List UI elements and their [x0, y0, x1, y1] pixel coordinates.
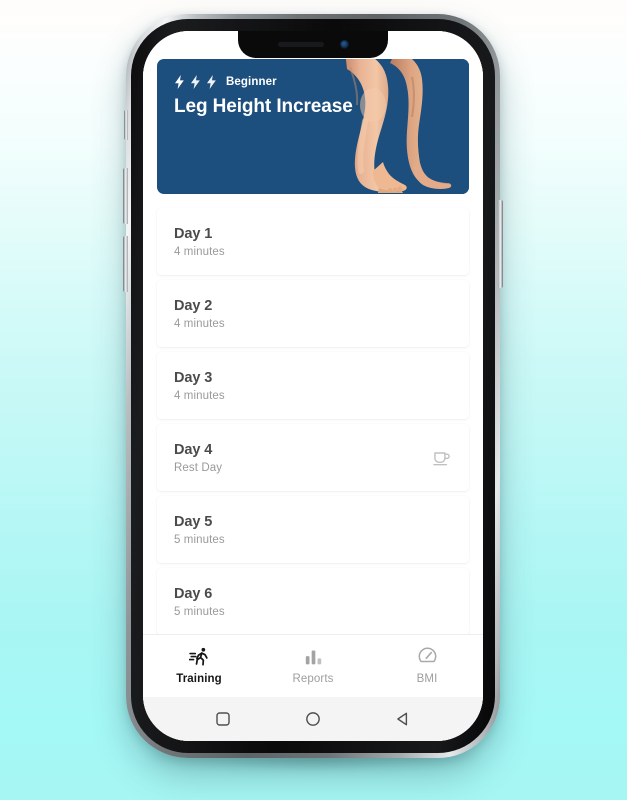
training-scroll-area[interactable]: Beginner Leg Height Increase Day 1 4 min… — [143, 31, 483, 634]
volume-down-button[interactable] — [123, 236, 128, 292]
tab-bmi[interactable]: BMI — [394, 646, 460, 685]
recents-button[interactable] — [212, 708, 234, 730]
back-button[interactable] — [392, 708, 414, 730]
day-subtitle: Rest Day — [174, 461, 223, 474]
day-title: Day 4 — [174, 441, 213, 458]
day-title: Day 1 — [174, 225, 213, 242]
difficulty-label: Beginner — [226, 76, 277, 88]
day-subtitle: 5 minutes — [174, 533, 225, 546]
tab-bmi-label: BMI — [416, 672, 438, 685]
home-button[interactable] — [302, 708, 324, 730]
coffee-cup-icon — [433, 451, 450, 465]
day-title: Day 2 — [174, 297, 213, 314]
volume-up-button[interactable] — [123, 168, 128, 224]
difficulty-row: Beginner — [174, 75, 353, 89]
day-subtitle: 5 minutes — [174, 605, 225, 618]
tab-reports[interactable]: Reports — [280, 646, 346, 685]
tab-training-label: Training — [176, 672, 222, 685]
day-list: Day 1 4 minutes Day 2 4 minutes Day 3 4 … — [157, 208, 469, 634]
day-info: Day 4 Rest Day — [174, 442, 222, 474]
app-root: Beginner Leg Height Increase Day 1 4 min… — [143, 31, 483, 741]
silent-switch-button[interactable] — [124, 110, 128, 140]
day-info: Day 5 5 minutes — [174, 514, 225, 546]
day-title: Day 6 — [174, 585, 213, 602]
gauge-icon — [417, 646, 438, 667]
phone-device-frame: Beginner Leg Height Increase Day 1 4 min… — [123, 14, 503, 758]
day-info: Day 1 4 minutes — [174, 226, 225, 258]
day-info: Day 3 4 minutes — [174, 370, 225, 402]
day-title: Day 5 — [174, 513, 213, 530]
android-system-navigation — [143, 697, 483, 741]
running-person-icon — [188, 646, 210, 667]
hero-text-block: Beginner Leg Height Increase — [174, 75, 353, 118]
lightning-bolt-icon — [191, 75, 200, 89]
day-title: Day 3 — [174, 369, 213, 386]
list-item[interactable]: Day 1 4 minutes — [157, 208, 469, 275]
list-item[interactable]: Day 3 4 minutes — [157, 352, 469, 419]
power-button[interactable] — [498, 200, 503, 288]
list-item[interactable]: Day 4 Rest Day — [157, 424, 469, 491]
front-camera-icon — [339, 40, 349, 49]
phone-notch — [238, 31, 388, 58]
phone-bezel: Beginner Leg Height Increase Day 1 4 min… — [131, 19, 495, 753]
workout-hero-card[interactable]: Beginner Leg Height Increase — [157, 59, 469, 194]
list-item[interactable]: Day 5 5 minutes — [157, 496, 469, 563]
bar-chart-icon — [303, 646, 324, 667]
lightning-bolt-icon — [175, 75, 184, 89]
day-info: Day 2 4 minutes — [174, 298, 225, 330]
day-subtitle: 4 minutes — [174, 389, 225, 402]
phone-screen: Beginner Leg Height Increase Day 1 4 min… — [143, 31, 483, 741]
list-item[interactable]: Day 2 4 minutes — [157, 280, 469, 347]
lightning-bolt-icon — [207, 75, 216, 89]
tab-reports-label: Reports — [292, 672, 334, 685]
list-item[interactable]: Day 6 5 minutes — [157, 568, 469, 634]
day-info: Day 6 5 minutes — [174, 586, 225, 618]
bottom-navigation-bar: Training Reports BMI — [143, 634, 483, 697]
day-subtitle: 4 minutes — [174, 245, 225, 258]
workout-title: Leg Height Increase — [174, 96, 353, 117]
day-subtitle: 4 minutes — [174, 317, 225, 330]
earpiece-speaker-icon — [277, 42, 324, 47]
tab-training[interactable]: Training — [166, 646, 232, 685]
